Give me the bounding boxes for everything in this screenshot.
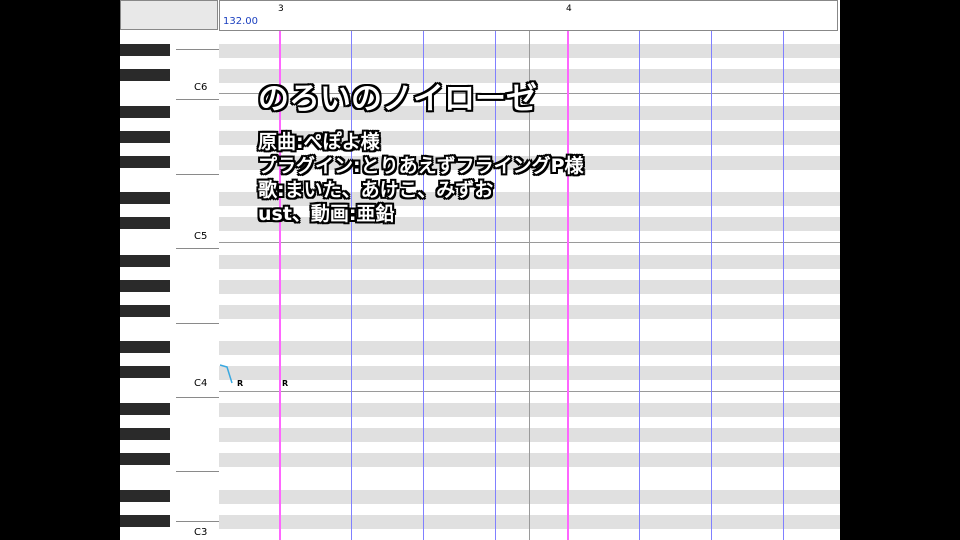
black-key[interactable]: [120, 403, 170, 415]
black-key[interactable]: [120, 515, 170, 527]
corner-panel: [120, 0, 218, 30]
piano-keyboard[interactable]: C6 C5 C4 C3: [120, 31, 220, 540]
black-key[interactable]: [120, 366, 170, 378]
measure-number-4: 4: [566, 4, 572, 14]
black-key[interactable]: [120, 305, 170, 317]
black-key[interactable]: [120, 453, 170, 465]
octave-label-c4: C4: [194, 378, 208, 389]
credit-plugin: プラグイン:とりあえずフライングP様: [258, 155, 584, 177]
note-lyric[interactable]: R: [282, 379, 288, 388]
black-key[interactable]: [120, 106, 170, 118]
key-divider: [176, 323, 219, 324]
key-divider: [176, 49, 219, 50]
octave-label-c6: C6: [194, 82, 208, 93]
key-divider: [176, 248, 219, 249]
black-key[interactable]: [120, 217, 170, 229]
black-key[interactable]: [120, 192, 170, 204]
key-divider: [176, 397, 219, 398]
key-divider: [176, 521, 219, 522]
black-key[interactable]: [120, 280, 170, 292]
black-key[interactable]: [120, 428, 170, 440]
beat-line: [639, 31, 640, 540]
key-divider: [176, 174, 219, 175]
credit-original: 原曲:ぺぽよ様: [258, 131, 380, 153]
black-key[interactable]: [120, 69, 170, 81]
credit-ust-video: ust、動画:亜鉛: [258, 203, 395, 225]
tempo-marker[interactable]: 132.00: [223, 16, 258, 27]
key-divider: [176, 471, 219, 472]
song-title: のろいのノイローゼ: [258, 81, 537, 117]
credit-vocals: 歌:まいた、あけこ、みずお: [258, 179, 494, 201]
measure-number-3: 3: [278, 4, 284, 14]
note-lyric[interactable]: R: [237, 379, 243, 388]
black-key[interactable]: [120, 44, 170, 56]
key-divider: [176, 99, 219, 100]
black-key[interactable]: [120, 255, 170, 267]
video-caption-overlay: のろいのノイローゼ 原曲:ぺぽよ様 プラグイン:とりあえずフライングP様 歌:ま…: [258, 80, 584, 226]
octave-label-c5: C5: [194, 231, 208, 242]
beat-line: [783, 31, 784, 540]
timeline-ruler[interactable]: 3 4 132.00: [219, 0, 838, 31]
black-key[interactable]: [120, 341, 170, 353]
octave-label-c3: C3: [194, 527, 208, 538]
beat-line: [711, 31, 712, 540]
black-key[interactable]: [120, 131, 170, 143]
black-key[interactable]: [120, 490, 170, 502]
black-key[interactable]: [120, 156, 170, 168]
